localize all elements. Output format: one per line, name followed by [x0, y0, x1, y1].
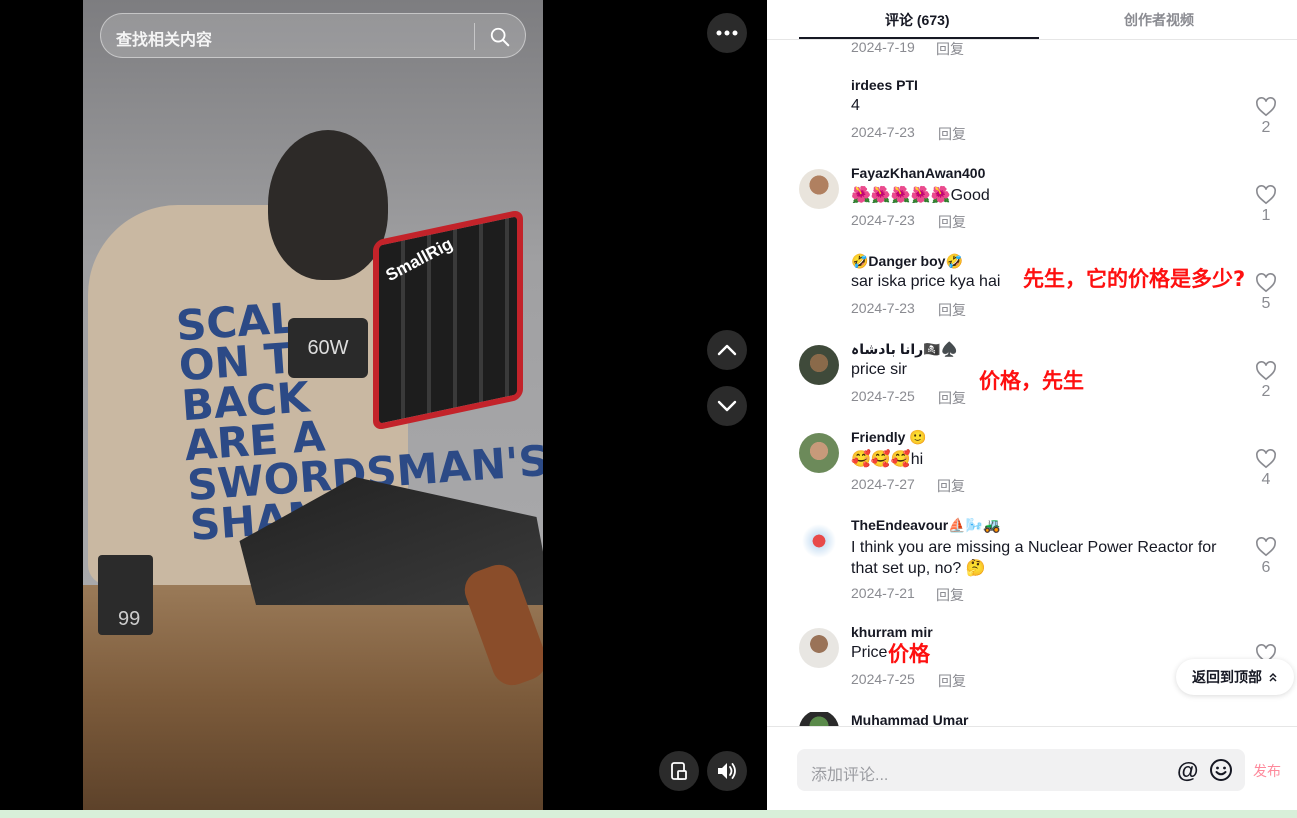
volume-button[interactable] — [707, 751, 747, 791]
heart-icon[interactable] — [1255, 449, 1277, 469]
search-bar[interactable]: 查找相关内容 — [100, 13, 526, 58]
comment-author[interactable]: 🤣Danger boy🤣 — [851, 253, 963, 270]
reply-button[interactable]: 回复 — [938, 124, 966, 144]
chevron-down-icon — [717, 400, 737, 412]
reply-button[interactable]: 回复 — [938, 388, 966, 408]
publish-button[interactable]: 发布 — [1253, 761, 1281, 781]
avatar[interactable] — [799, 628, 839, 668]
comment-author[interactable]: Friendly 🙂 — [851, 429, 927, 446]
comment-text: Price — [851, 644, 888, 661]
more-dots-icon — [716, 30, 738, 36]
back-to-top-label: 返回到顶部 — [1192, 669, 1262, 685]
comment-text: I think you are missing a Nuclear Power … — [851, 539, 1217, 577]
comment-input-placeholder: 添加评论... — [811, 767, 889, 784]
like-count: 6 — [1261, 559, 1271, 576]
like-count: 4 — [1261, 471, 1271, 488]
comment-date: 2024-7-19 — [851, 39, 915, 55]
comment-item: رانا بادشاہ🏴‍☠️♠️ price sir 2024-7-25 回复… — [767, 341, 1297, 429]
comment-item: Muhammad Umar — [767, 712, 1297, 726]
comment-date: 2024-7-25 — [851, 388, 915, 404]
comment-item: 🤣Danger boy🤣 sar iska price kya hai 2024… — [767, 253, 1297, 341]
video-battery: 99 — [98, 555, 153, 635]
reply-button[interactable]: 回复 — [936, 39, 964, 59]
avatar[interactable] — [799, 169, 839, 209]
active-tab-indicator — [799, 37, 1039, 39]
annotation-translation: 先生，它的价格是多少? — [1023, 267, 1246, 291]
avatar[interactable] — [799, 521, 839, 561]
reply-button[interactable]: 回复 — [937, 476, 965, 496]
more-options-button[interactable] — [707, 13, 747, 53]
pip-icon — [671, 762, 687, 780]
mention-icon[interactable]: @ — [1177, 758, 1199, 783]
annotation-translation: 价格 — [888, 642, 930, 666]
comment-author[interactable]: رانا بادشاہ🏴‍☠️♠️ — [851, 341, 958, 358]
previous-video-button[interactable] — [707, 330, 747, 370]
picture-in-picture-button[interactable] — [659, 751, 699, 791]
speaker-icon — [718, 763, 736, 779]
avatar[interactable] — [799, 345, 839, 385]
comment-date: 2024-7-23 — [851, 212, 915, 228]
comment-date: 2024-7-23 — [851, 124, 915, 140]
chevron-up-icon — [717, 344, 737, 356]
comment-date: 2024-7-23 — [851, 300, 915, 316]
comment-author[interactable]: TheEndeavour⛵🌬️🚜 — [851, 517, 1001, 534]
comments-panel: 评论 (673) 创作者视频 2024-7-19 回复 irdees PTI 4… — [767, 0, 1297, 818]
search-icon[interactable] — [489, 26, 511, 48]
heart-icon[interactable] — [1255, 361, 1277, 381]
heart-icon[interactable] — [1255, 185, 1277, 205]
comment-text: 🌺🌺🌺🌺🌺Good — [851, 187, 990, 204]
video-battery-label: 99 — [118, 608, 141, 630]
video-player[interactable]: SCAL ON THE BACK ARE A SWORDSMAN'S SHAME… — [0, 0, 767, 810]
comment-text: sar iska price kya hai — [851, 273, 1001, 290]
tab-creator-videos[interactable]: 创作者视频 — [1124, 10, 1194, 30]
comment-text: price sir — [851, 361, 908, 378]
video-lamp: 60W — [288, 318, 368, 378]
next-video-button[interactable] — [707, 386, 747, 426]
reply-button[interactable]: 回复 — [938, 212, 966, 232]
search-input[interactable]: 查找相关内容 — [116, 26, 212, 50]
avatar[interactable] — [799, 433, 839, 473]
search-divider — [474, 23, 475, 50]
comment-date: 2024-7-21 — [851, 585, 915, 601]
comment-item: Friendly 🙂 🥰🥰🥰hi 2024-7-27 回复 4 — [767, 429, 1297, 517]
back-to-top-button[interactable]: 返回到顶部 — [1176, 659, 1294, 695]
video-person-head — [268, 130, 388, 280]
like-count: 2 — [1261, 383, 1271, 400]
comment-input[interactable]: 添加评论... @ — [797, 749, 1245, 791]
emoji-icon[interactable] — [1209, 758, 1233, 782]
heart-icon[interactable] — [1255, 97, 1277, 117]
comment-input-bar: 添加评论... @ 发布 — [767, 726, 1297, 818]
avatar[interactable] — [799, 712, 839, 726]
comment-item: FayazKhanAwan400 🌺🌺🌺🌺🌺Good 2024-7-23 回复 … — [767, 165, 1297, 253]
like-count: 5 — [1261, 295, 1271, 312]
comment-author[interactable]: FayazKhanAwan400 — [851, 165, 985, 181]
comment-author[interactable]: Muhammad Umar — [851, 712, 968, 726]
comment-item: irdees PTI 4 2024-7-23 回复 2 — [767, 77, 1297, 165]
reply-button[interactable]: 回复 — [938, 671, 966, 691]
reply-button[interactable]: 回复 — [936, 585, 964, 605]
double-chevron-up-icon — [1269, 672, 1277, 682]
annotation-translation: 价格，先生 — [979, 369, 1084, 393]
like-count: 2 — [1261, 119, 1271, 136]
heart-icon[interactable] — [1255, 537, 1277, 557]
video-frame[interactable]: SCAL ON THE BACK ARE A SWORDSMAN'S SHAME… — [83, 0, 543, 810]
comment-date: 2024-7-25 — [851, 671, 915, 687]
tab-comments[interactable]: 评论 (673) — [885, 10, 950, 30]
reply-button[interactable]: 回复 — [938, 300, 966, 320]
comment-item: TheEndeavour⛵🌬️🚜 I think you are missing… — [767, 517, 1297, 627]
heart-icon[interactable] — [1255, 273, 1277, 293]
comment-author[interactable]: irdees PTI — [851, 77, 918, 93]
comment-date: 2024-7-27 — [851, 476, 915, 492]
like-count: 1 — [1261, 207, 1271, 224]
comment-text: 4 — [851, 97, 860, 114]
panel-tabs: 评论 (673) 创作者视频 — [767, 0, 1297, 40]
comment-text: 🥰🥰🥰hi — [851, 451, 924, 468]
page-bottom-strip — [0, 810, 1297, 818]
